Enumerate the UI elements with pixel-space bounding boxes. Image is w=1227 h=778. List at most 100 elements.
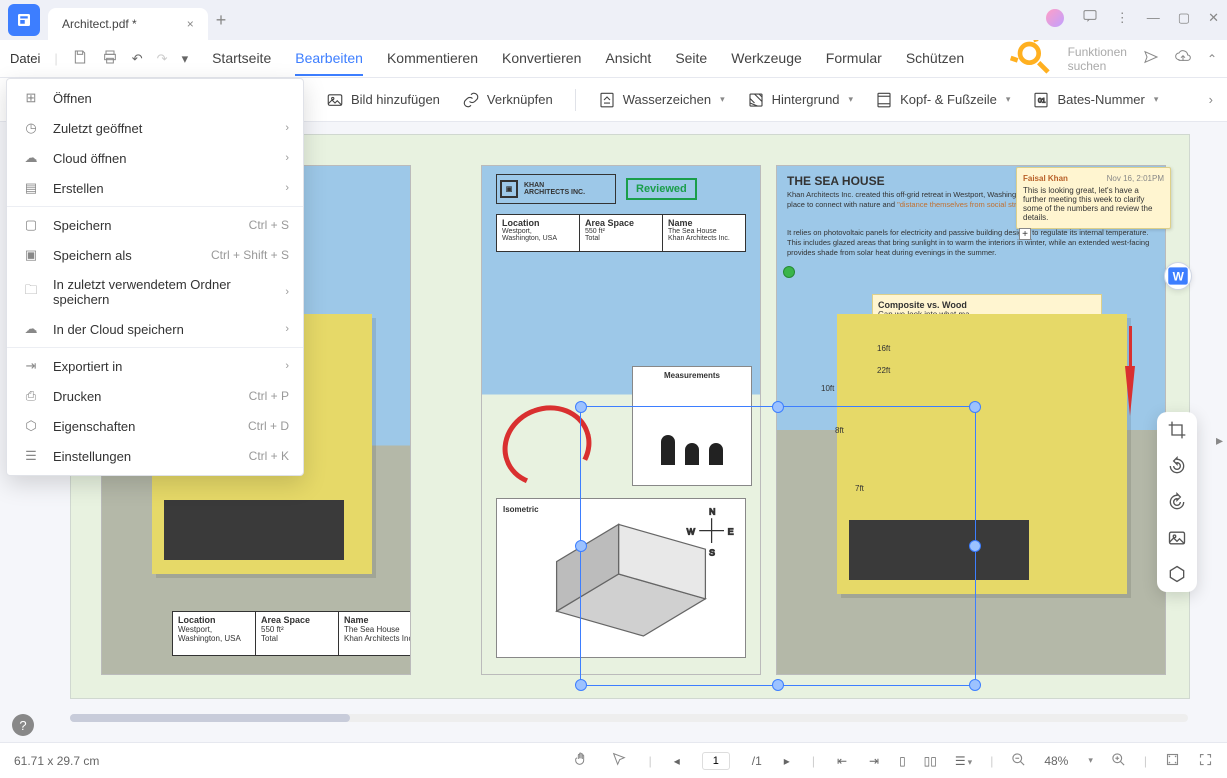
recent-item[interactable]: ◷Zuletzt geöffnet›	[7, 113, 303, 143]
page-input[interactable]	[702, 752, 730, 770]
svg-text:N: N	[709, 506, 715, 516]
close-icon[interactable]: ✕	[1208, 10, 1219, 26]
bates-button[interactable]: 01 Bates-Nummer▾	[1032, 91, 1158, 109]
replace-image-icon[interactable]	[1167, 528, 1187, 548]
file-dropdown: ⊞Öffnen ◷Zuletzt geöffnet› ☁Cloud öffnen…	[6, 78, 304, 476]
open-item[interactable]: ⊞Öffnen	[7, 83, 303, 113]
minimize-icon[interactable]: —	[1147, 10, 1160, 25]
header-footer-label: Kopf- & Fußzeile	[900, 92, 997, 107]
tab-startseite[interactable]: Startseite	[212, 42, 271, 76]
document-tab[interactable]: Architect.pdf * ×	[48, 8, 208, 40]
export-item[interactable]: ⇥Exportiert in›	[7, 351, 303, 381]
add-image-label: Bild hinzufügen	[351, 92, 440, 107]
svg-text:W: W	[687, 526, 696, 536]
create-icon: ▤	[21, 180, 41, 196]
kebab-icon[interactable]: ⋮	[1116, 10, 1129, 26]
tab-formular[interactable]: Formular	[826, 42, 882, 76]
open-icon: ⊞	[21, 90, 41, 106]
tab-werkzeuge[interactable]: Werkzeuge	[731, 42, 802, 76]
page-total: /1	[752, 754, 762, 768]
zoom-out-icon[interactable]	[1011, 752, 1026, 770]
separator	[575, 89, 576, 111]
file-menu-button[interactable]: Datei	[10, 51, 40, 66]
background-button[interactable]: Hintergrund▾	[747, 91, 853, 109]
send-icon[interactable]	[1143, 49, 1159, 68]
watermark-button[interactable]: Wasserzeichen▾	[598, 91, 725, 109]
select-tool-icon[interactable]	[611, 751, 627, 770]
image-tools-panel	[1157, 412, 1197, 592]
background-label: Hintergrund	[772, 92, 840, 107]
maximize-icon[interactable]: ▢	[1178, 10, 1190, 26]
first-page-icon[interactable]: ⇤	[837, 754, 847, 768]
save-icon: ▢	[21, 217, 41, 233]
chat-icon[interactable]	[1082, 8, 1098, 27]
zoom-level[interactable]: 48%	[1044, 754, 1068, 768]
save-recent-folder-item[interactable]: 🗀In zuletzt verwendetem Ordner speichern…	[7, 270, 303, 314]
create-item[interactable]: ▤Erstellen›	[7, 173, 303, 203]
sea-house-title: THE SEA HOUSE	[787, 174, 885, 188]
save-cloud-item[interactable]: ☁In der Cloud speichern›	[7, 314, 303, 344]
extract-icon[interactable]	[1167, 564, 1187, 584]
save-icon[interactable]	[72, 49, 88, 68]
bates-icon: 01	[1032, 91, 1050, 109]
svg-text:01: 01	[1038, 97, 1046, 104]
cloud-icon[interactable]	[1175, 49, 1191, 68]
settings-item[interactable]: ☰EinstellungenCtrl + K	[7, 441, 303, 471]
redo-icon[interactable]: ↷	[157, 51, 168, 67]
link-label: Verknüpfen	[487, 92, 553, 107]
app-logo[interactable]	[8, 4, 40, 36]
comment-sticky[interactable]: Faisal KhanNov 16, 2:01PM This is lookin…	[1016, 167, 1171, 229]
zoom-in-icon[interactable]	[1111, 752, 1126, 770]
cloud-open-item[interactable]: ☁Cloud öffnen›	[7, 143, 303, 173]
rotate-right-icon[interactable]	[1167, 492, 1187, 512]
fullscreen-icon[interactable]	[1198, 752, 1213, 770]
tab-konvertieren[interactable]: Konvertieren	[502, 42, 581, 76]
dropdown-icon[interactable]: ▾	[182, 51, 189, 67]
crop-icon[interactable]	[1167, 420, 1187, 440]
two-page-icon[interactable]: ▯▯	[924, 754, 937, 768]
reviewed-stamp: Reviewed	[626, 178, 697, 200]
saveas-item[interactable]: ▣Speichern alsCtrl + Shift + S	[7, 240, 303, 270]
help-button[interactable]: ?	[12, 714, 34, 736]
add-image-button[interactable]: Bild hinzufügen	[326, 91, 440, 109]
measurements-box: Measurements	[632, 366, 752, 486]
tab-close-icon[interactable]: ×	[187, 17, 194, 31]
tab-bearbeiten[interactable]: Bearbeiten	[295, 42, 363, 76]
page-panel-3: THE SEA HOUSE Khan Architects Inc. creat…	[776, 165, 1166, 675]
tab-schuetzen[interactable]: Schützen	[906, 42, 964, 76]
tab-kommentieren[interactable]: Kommentieren	[387, 42, 478, 76]
print-icon[interactable]	[102, 49, 118, 68]
save-item[interactable]: ▢SpeichernCtrl + S	[7, 210, 303, 240]
tab-ansicht[interactable]: Ansicht	[605, 42, 651, 76]
right-panel-toggle[interactable]: ▸	[1216, 432, 1223, 449]
new-tab-button[interactable]: +	[216, 10, 227, 31]
next-page-icon[interactable]: ▸	[784, 754, 790, 768]
info-table: LocationWestport, Washington, USA Area S…	[172, 611, 411, 656]
svg-text:E: E	[728, 526, 734, 536]
rotate-left-icon[interactable]	[1167, 456, 1187, 476]
h-scrollbar[interactable]	[70, 714, 1188, 722]
last-page-icon[interactable]: ⇥	[869, 754, 879, 768]
svg-text:S: S	[709, 547, 715, 557]
print-item[interactable]: ⎙DruckenCtrl + P	[7, 381, 303, 411]
watermark-icon	[598, 91, 616, 109]
header-footer-icon	[875, 91, 893, 109]
properties-item[interactable]: ⬡EigenschaftenCtrl + D	[7, 411, 303, 441]
tab-seite[interactable]: Seite	[675, 42, 707, 76]
hand-tool-icon[interactable]	[573, 751, 589, 770]
prev-page-icon[interactable]: ◂	[674, 754, 680, 768]
collapse-icon[interactable]: ⌃	[1207, 52, 1217, 66]
profile-avatar[interactable]	[1046, 9, 1064, 27]
fit-page-icon[interactable]	[1165, 752, 1180, 770]
link-button[interactable]: Verknüpfen	[462, 91, 553, 109]
toolbar-more-icon[interactable]: ›	[1209, 92, 1213, 107]
print-icon: ⎙	[21, 388, 41, 404]
word-export-badge[interactable]: W	[1164, 262, 1192, 290]
page-dimensions: 61.71 x 29.7 cm	[14, 754, 99, 768]
single-page-icon[interactable]: ▯	[899, 754, 906, 768]
undo-icon[interactable]: ↶	[132, 51, 143, 67]
view-mode-icon[interactable]: ☰▾	[955, 754, 972, 768]
khan-logo: ▣KHAN ARCHITECTS INC.	[496, 174, 616, 204]
comment-add-icon[interactable]: +	[1019, 228, 1031, 240]
header-footer-button[interactable]: Kopf- & Fußzeile▾	[875, 91, 1010, 109]
